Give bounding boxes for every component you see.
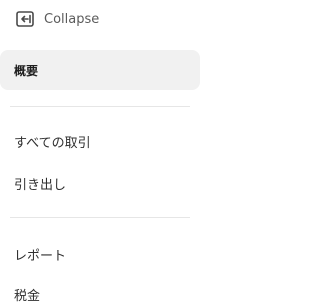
sidebar: Collapse 概要 すべての取引 引き出し レポート 税金 [0, 0, 220, 304]
collapse-button[interactable]: Collapse [16, 6, 99, 32]
nav-item-label: 引き出し [14, 177, 67, 193]
nav-item-withdrawals[interactable]: 引き出し [14, 172, 66, 194]
nav-item-label: すべての取引 [14, 135, 91, 151]
nav-item-reports[interactable]: レポート [14, 243, 66, 265]
nav-item-all-transactions[interactable]: すべての取引 [14, 130, 91, 152]
nav-item-label: 税金 [14, 288, 41, 304]
nav-item-taxes[interactable]: 税金 [14, 283, 40, 305]
nav-item-overview[interactable]: 概要 [0, 50, 200, 90]
collapse-label: Collapse [44, 11, 100, 27]
divider [10, 217, 190, 218]
collapse-sidebar-icon [16, 11, 34, 27]
divider [10, 106, 190, 107]
nav-item-label: レポート [14, 248, 67, 264]
nav-item-overview-label: 概要 [14, 63, 39, 78]
